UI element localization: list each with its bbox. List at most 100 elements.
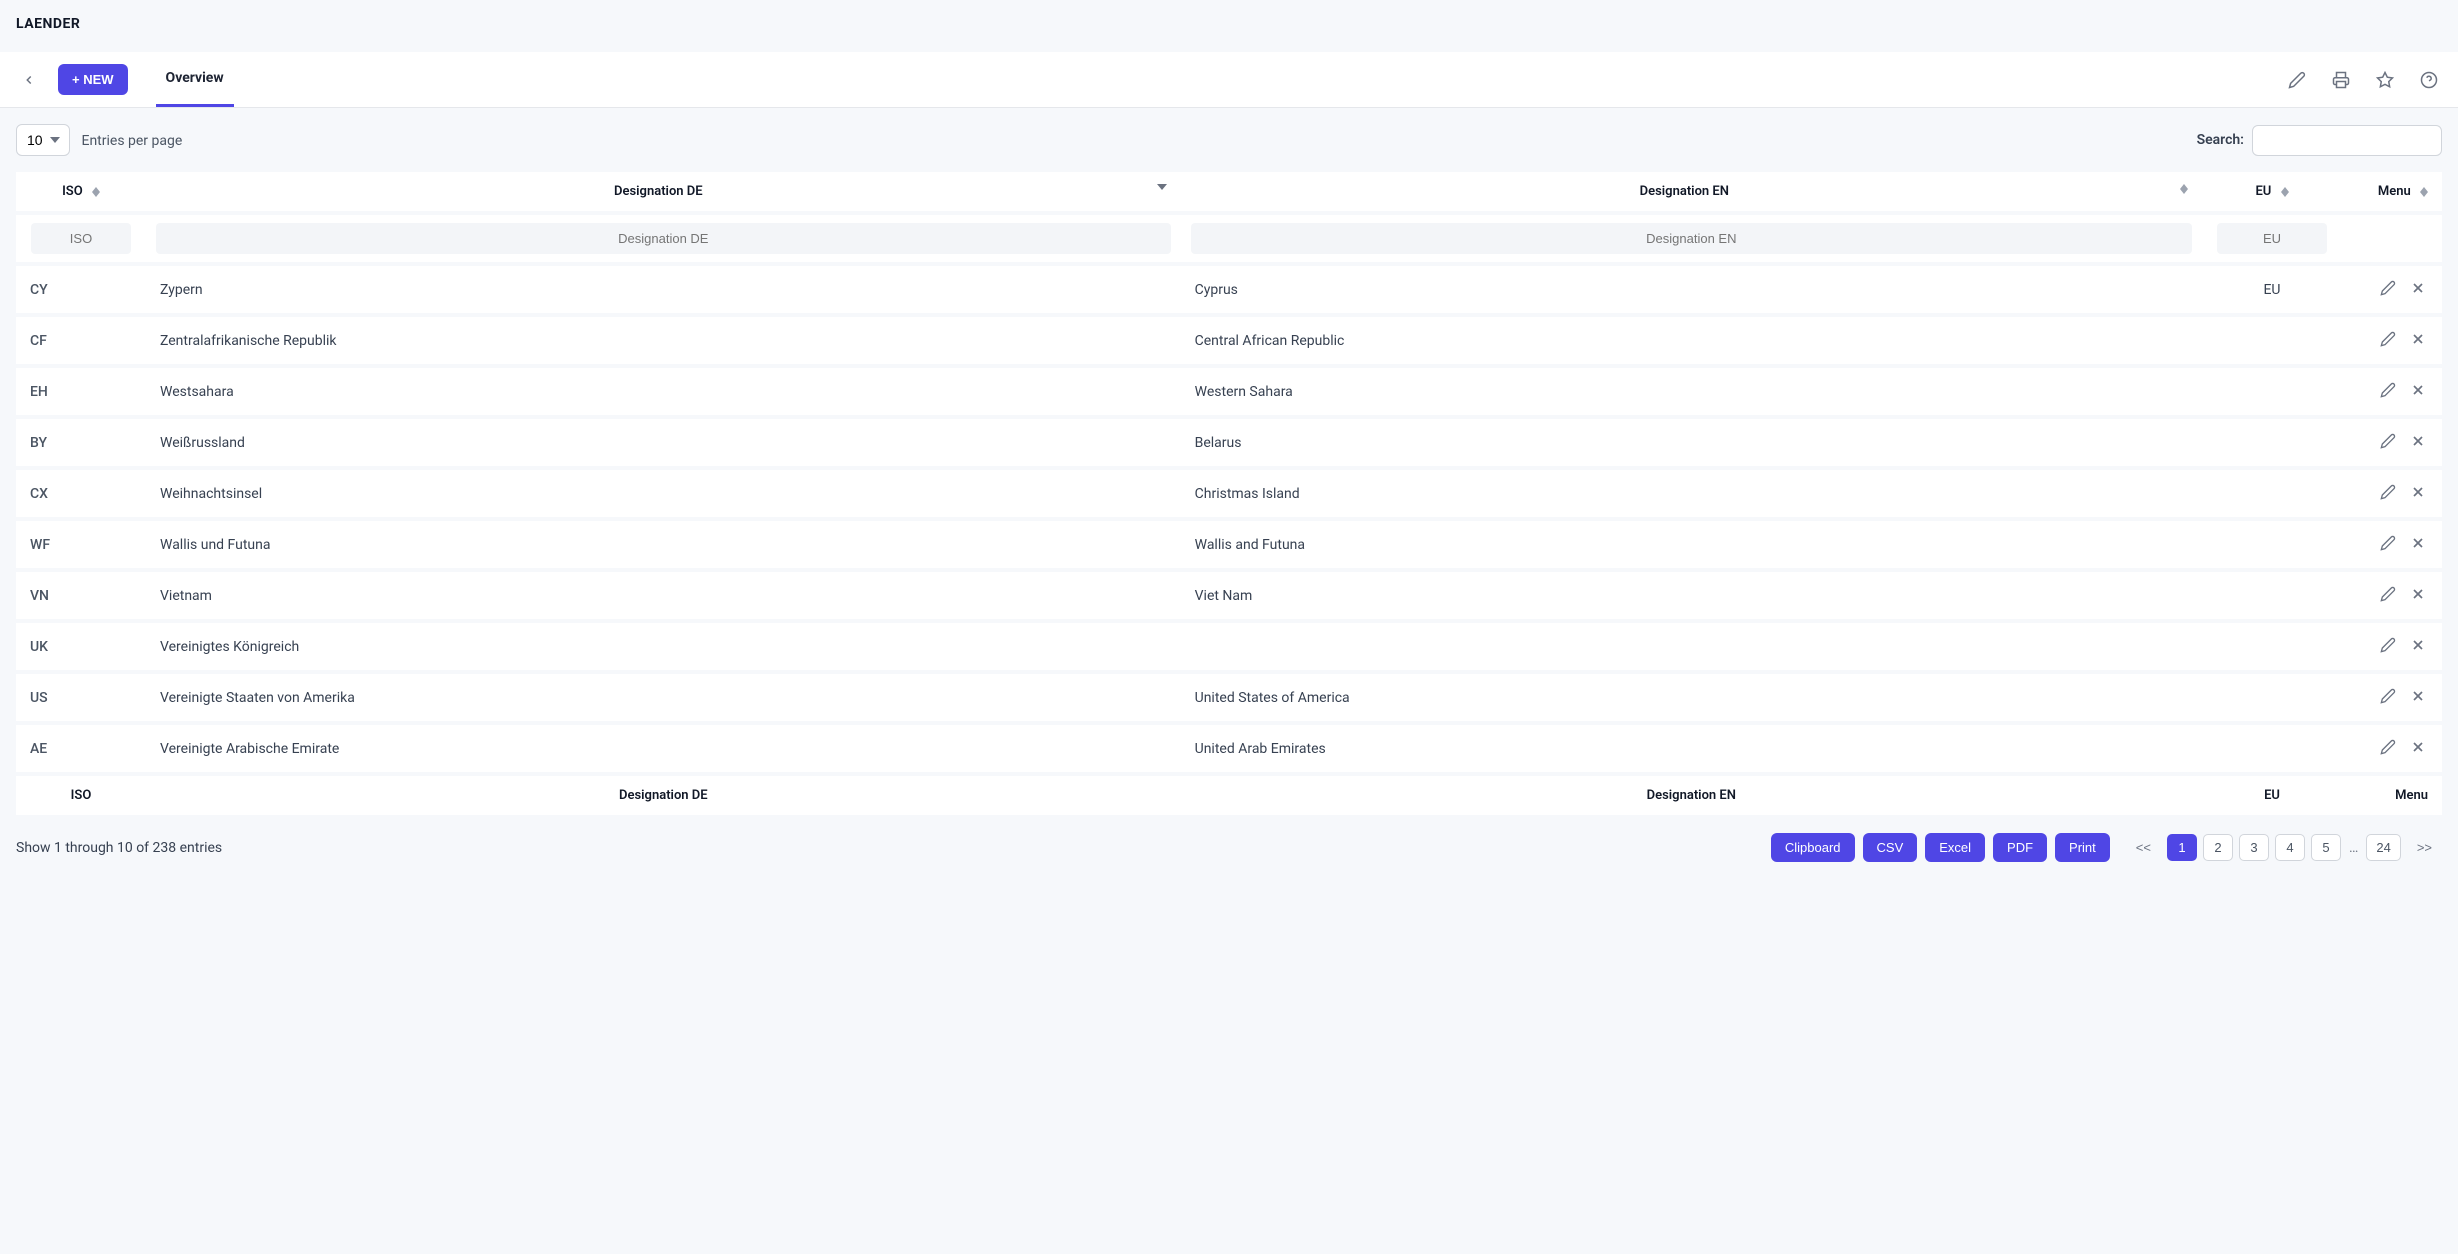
back-button[interactable] (16, 67, 42, 93)
cell-en: Western Sahara (1181, 368, 2202, 415)
sort-icon (2420, 187, 2428, 197)
filter-iso-input[interactable] (31, 223, 131, 254)
export-clipboard-button[interactable]: Clipboard (1771, 833, 1855, 862)
pencil-icon (2380, 331, 2396, 350)
row-delete-button[interactable] (2408, 635, 2428, 658)
column-header-designation-en[interactable]: Designation EN (1181, 172, 2202, 211)
row-delete-button[interactable] (2408, 737, 2428, 760)
cell-eu (2202, 368, 2342, 415)
pagination-page-3[interactable]: 3 (2239, 834, 2269, 861)
cell-de: Vietnam (146, 572, 1181, 619)
pagination-page-24[interactable]: 24 (2366, 834, 2400, 861)
pencil-icon (2380, 433, 2396, 452)
page-size-select[interactable]: 10 (16, 124, 70, 156)
cell-iso: CX (16, 470, 146, 517)
table-row: EHWestsaharaWestern Sahara (16, 368, 2442, 415)
close-icon (2410, 331, 2426, 350)
cell-de: Vereinigtes Königreich (146, 623, 1181, 670)
sort-desc-icon (1157, 184, 1167, 190)
row-edit-button[interactable] (2378, 380, 2398, 403)
row-edit-button[interactable] (2378, 584, 2398, 607)
table-row: UKVereinigtes Königreich (16, 623, 2442, 670)
cell-iso: UK (16, 623, 146, 670)
export-excel-button[interactable]: Excel (1925, 833, 1985, 862)
row-edit-button[interactable] (2378, 737, 2398, 760)
pagination-page-4[interactable]: 4 (2275, 834, 2305, 861)
edit-button[interactable] (2284, 67, 2310, 93)
cell-de: Vereinigte Staaten von Amerika (146, 674, 1181, 721)
export-csv-button[interactable]: CSV (1863, 833, 1918, 862)
row-delete-button[interactable] (2408, 380, 2428, 403)
row-edit-button[interactable] (2378, 278, 2398, 301)
row-delete-button[interactable] (2408, 278, 2428, 301)
pagination-page-1[interactable]: 1 (2167, 834, 2197, 861)
pagination-page-2[interactable]: 2 (2203, 834, 2233, 861)
row-edit-button[interactable] (2378, 431, 2398, 454)
cell-iso: US (16, 674, 146, 721)
pencil-icon (2380, 739, 2396, 758)
cell-eu (2202, 674, 2342, 721)
cell-en: Christmas Island (1181, 470, 2202, 517)
cell-de: Westsahara (146, 368, 1181, 415)
footer-header-iso: ISO (16, 776, 146, 815)
row-delete-button[interactable] (2408, 329, 2428, 352)
filter-eu-input[interactable] (2217, 223, 2327, 254)
pencil-icon (2380, 637, 2396, 656)
pagination-first-button[interactable]: << (2126, 834, 2161, 861)
row-delete-button[interactable] (2408, 584, 2428, 607)
cell-eu (2202, 317, 2342, 364)
table-row: AEVereinigte Arabische EmirateUnited Ara… (16, 725, 2442, 772)
tab-overview[interactable]: Overview (156, 52, 234, 107)
print-button[interactable] (2328, 67, 2354, 93)
table-row: CYZypernCyprusEU (16, 266, 2442, 313)
cell-eu (2202, 725, 2342, 772)
cell-iso: CY (16, 266, 146, 313)
cell-en: Wallis and Futuna (1181, 521, 2202, 568)
pagination-page-5[interactable]: 5 (2311, 834, 2341, 861)
footer-header-eu: EU (2202, 776, 2342, 815)
cell-en: Belarus (1181, 419, 2202, 466)
favorite-button[interactable] (2372, 67, 2398, 93)
table-row: VNVietnamViet Nam (16, 572, 2442, 619)
star-icon (2376, 71, 2394, 89)
filter-en-input[interactable] (1191, 223, 2192, 254)
row-delete-button[interactable] (2408, 686, 2428, 709)
row-delete-button[interactable] (2408, 482, 2428, 505)
cell-de: Vereinigte Arabische Emirate (146, 725, 1181, 772)
row-edit-button[interactable] (2378, 533, 2398, 556)
cell-iso: WF (16, 521, 146, 568)
close-icon (2410, 535, 2426, 554)
cell-iso: VN (16, 572, 146, 619)
row-delete-button[interactable] (2408, 431, 2428, 454)
cell-eu (2202, 623, 2342, 670)
filter-de-input[interactable] (156, 223, 1171, 254)
row-edit-button[interactable] (2378, 482, 2398, 505)
cell-en: United Arab Emirates (1181, 725, 2202, 772)
help-button[interactable] (2416, 67, 2442, 93)
export-print-button[interactable]: Print (2055, 833, 2110, 862)
row-edit-button[interactable] (2378, 329, 2398, 352)
pagination: <<12345…24>> (2126, 834, 2442, 861)
close-icon (2410, 586, 2426, 605)
search-input[interactable] (2252, 125, 2442, 156)
row-delete-button[interactable] (2408, 533, 2428, 556)
footer-header-de: Designation DE (146, 776, 1181, 815)
cell-eu (2202, 521, 2342, 568)
cell-de: Weißrussland (146, 419, 1181, 466)
close-icon (2410, 433, 2426, 452)
table-row: USVereinigte Staaten von AmerikaUnited S… (16, 674, 2442, 721)
pencil-icon (2380, 382, 2396, 401)
column-header-designation-de[interactable]: Designation DE (146, 172, 1181, 211)
new-button[interactable]: + NEW (58, 64, 128, 95)
column-header-eu[interactable]: EU (2202, 172, 2342, 211)
column-header-label: EU (2255, 184, 2271, 199)
pagination-last-button[interactable]: >> (2407, 834, 2442, 861)
cell-de: Zypern (146, 266, 1181, 313)
column-header-iso[interactable]: ISO (16, 172, 146, 211)
row-edit-button[interactable] (2378, 686, 2398, 709)
search-label: Search: (2197, 132, 2244, 148)
row-edit-button[interactable] (2378, 635, 2398, 658)
pencil-icon (2380, 688, 2396, 707)
export-pdf-button[interactable]: PDF (1993, 833, 2047, 862)
chevron-left-icon (22, 73, 36, 87)
